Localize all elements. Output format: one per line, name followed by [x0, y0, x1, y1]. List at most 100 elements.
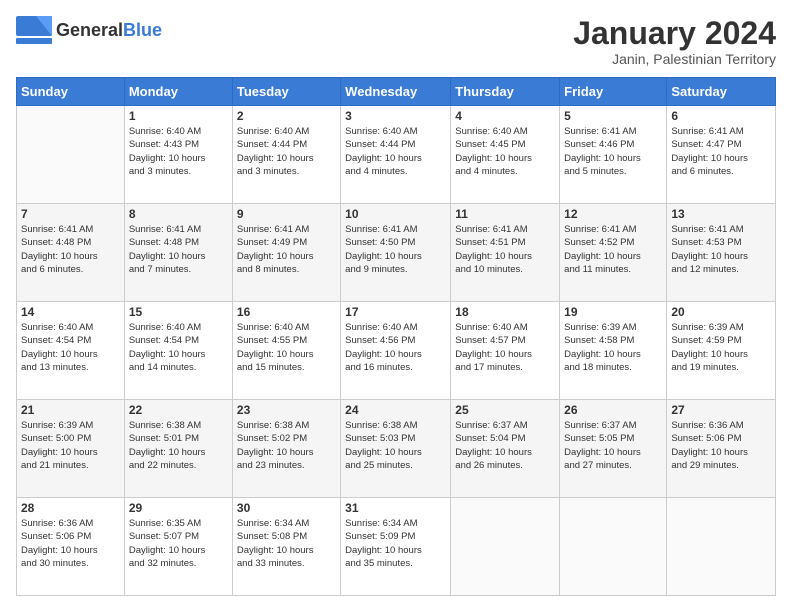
- table-row: 2Sunrise: 6:40 AMSunset: 4:44 PMDaylight…: [232, 106, 340, 204]
- day-info: Sunrise: 6:41 AMSunset: 4:49 PMDaylight:…: [237, 223, 336, 276]
- day-number: 16: [237, 305, 336, 319]
- day-info: Sunrise: 6:39 AMSunset: 5:00 PMDaylight:…: [21, 419, 120, 472]
- day-info-line: and 21 minutes.: [21, 459, 120, 472]
- day-info-line: Sunset: 4:57 PM: [455, 334, 555, 347]
- day-info-line: Sunrise: 6:37 AM: [564, 419, 662, 432]
- day-info-line: Sunrise: 6:37 AM: [455, 419, 555, 432]
- day-info: Sunrise: 6:39 AMSunset: 4:59 PMDaylight:…: [671, 321, 771, 374]
- day-info-line: Daylight: 10 hours: [455, 348, 555, 361]
- table-row: 9Sunrise: 6:41 AMSunset: 4:49 PMDaylight…: [232, 204, 340, 302]
- table-row: 7Sunrise: 6:41 AMSunset: 4:48 PMDaylight…: [17, 204, 125, 302]
- day-info: Sunrise: 6:38 AMSunset: 5:02 PMDaylight:…: [237, 419, 336, 472]
- day-info-line: and 30 minutes.: [21, 557, 120, 570]
- day-info-line: and 11 minutes.: [564, 263, 662, 276]
- day-info-line: Sunset: 4:44 PM: [237, 138, 336, 151]
- day-info-line: Daylight: 10 hours: [671, 446, 771, 459]
- day-info-line: Sunset: 4:58 PM: [564, 334, 662, 347]
- table-row: 31Sunrise: 6:34 AMSunset: 5:09 PMDayligh…: [341, 498, 451, 596]
- day-info: Sunrise: 6:38 AMSunset: 5:01 PMDaylight:…: [129, 419, 228, 472]
- day-info: Sunrise: 6:40 AMSunset: 4:43 PMDaylight:…: [129, 125, 228, 178]
- day-info-line: Sunrise: 6:38 AM: [345, 419, 446, 432]
- table-row: [17, 106, 125, 204]
- day-info-line: Daylight: 10 hours: [455, 250, 555, 263]
- day-info-line: Sunrise: 6:41 AM: [455, 223, 555, 236]
- logo-general: General: [56, 20, 123, 40]
- day-info-line: Sunset: 4:48 PM: [129, 236, 228, 249]
- day-info-line: and 25 minutes.: [345, 459, 446, 472]
- day-info-line: Sunset: 4:56 PM: [345, 334, 446, 347]
- table-row: 23 Sunrise: 6:38 AMSunset: 5:02 PMDayligh…: [232, 400, 340, 498]
- day-info-line: and 14 minutes.: [129, 361, 228, 374]
- table-row: 6Sunrise: 6:41 AMSunset: 4:47 PMDaylight…: [667, 106, 776, 204]
- day-number: 7: [21, 207, 120, 221]
- day-info-line: and 19 minutes.: [671, 361, 771, 374]
- day-info-line: Sunset: 5:00 PM: [21, 432, 120, 445]
- day-info-line: Daylight: 10 hours: [345, 250, 446, 263]
- day-info: Sunrise: 6:40 AMSunset: 4:56 PMDaylight:…: [345, 321, 446, 374]
- day-number: 25: [455, 403, 555, 417]
- table-row: 1Sunrise: 6:40 AMSunset: 4:43 PMDaylight…: [124, 106, 232, 204]
- day-info-line: Sunset: 4:46 PM: [564, 138, 662, 151]
- day-info-line: Sunset: 4:51 PM: [455, 236, 555, 249]
- day-info-line: Daylight: 10 hours: [564, 152, 662, 165]
- table-row: 18Sunrise: 6:40 AMSunset: 4:57 PMDayligh…: [451, 302, 560, 400]
- day-info-line: and 23 minutes.: [237, 459, 336, 472]
- day-info-line: Sunrise: 6:34 AM: [237, 517, 336, 530]
- table-row: 20 Sunrise: 6:39 AMSunset: 4:59 PMDayligh…: [667, 302, 776, 400]
- day-info-line: Sunrise: 6:36 AM: [671, 419, 771, 432]
- day-info-line: Daylight: 10 hours: [345, 348, 446, 361]
- day-info-line: and 35 minutes.: [345, 557, 446, 570]
- day-info: Sunrise: 6:37 AMSunset: 5:05 PMDaylight:…: [564, 419, 662, 472]
- day-info-line: and 27 minutes.: [564, 459, 662, 472]
- day-number: 4: [455, 109, 555, 123]
- day-info-line: Sunrise: 6:38 AM: [129, 419, 228, 432]
- day-info-line: Daylight: 10 hours: [671, 152, 771, 165]
- day-number: 23: [237, 403, 336, 417]
- day-number: 14: [21, 305, 120, 319]
- day-info-line: and 12 minutes.: [671, 263, 771, 276]
- day-info: Sunrise: 6:39 AMSunset: 4:58 PMDaylight:…: [564, 321, 662, 374]
- table-row: 22Sunrise: 6:38 AMSunset: 5:01 PMDayligh…: [124, 400, 232, 498]
- table-row: 21Sunrise: 6:39 AMSunset: 5:00 PMDayligh…: [17, 400, 125, 498]
- day-info-line: Sunrise: 6:41 AM: [345, 223, 446, 236]
- day-number: 24: [345, 403, 446, 417]
- table-row: 3Sunrise: 6:40 AMSunset: 4:44 PMDaylight…: [341, 106, 451, 204]
- day-number: 13: [671, 207, 771, 221]
- day-info-line: Sunset: 5:03 PM: [345, 432, 446, 445]
- table-row: 13Sunrise: 6:41 AMSunset: 4:53 PMDayligh…: [667, 204, 776, 302]
- day-number: 11: [455, 207, 555, 221]
- day-info-line: and 17 minutes.: [455, 361, 555, 374]
- day-info: Sunrise: 6:35 AMSunset: 5:07 PMDaylight:…: [129, 517, 228, 570]
- day-number: 2: [237, 109, 336, 123]
- day-info-line: and 13 minutes.: [21, 361, 120, 374]
- day-info-line: Daylight: 10 hours: [21, 544, 120, 557]
- day-info-line: and 3 minutes.: [237, 165, 336, 178]
- day-info: Sunrise: 6:41 AMSunset: 4:52 PMDaylight:…: [564, 223, 662, 276]
- day-info-line: Sunrise: 6:40 AM: [455, 321, 555, 334]
- day-number: 19: [564, 305, 662, 319]
- day-info: Sunrise: 6:41 AMSunset: 4:51 PMDaylight:…: [455, 223, 555, 276]
- day-info: Sunrise: 6:41 AMSunset: 4:47 PMDaylight:…: [671, 125, 771, 178]
- day-number: 5: [564, 109, 662, 123]
- day-info-line: and 33 minutes.: [237, 557, 336, 570]
- table-row: 8Sunrise: 6:41 AMSunset: 4:48 PMDaylight…: [124, 204, 232, 302]
- day-info-line: and 10 minutes.: [455, 263, 555, 276]
- header: GeneralBlue January 2024 Janin, Palestin…: [16, 16, 776, 67]
- day-info-line: Sunset: 4:54 PM: [21, 334, 120, 347]
- day-info-line: Sunset: 4:52 PM: [564, 236, 662, 249]
- page: GeneralBlue January 2024 Janin, Palestin…: [0, 0, 792, 612]
- calendar-week-row: 21Sunrise: 6:39 AMSunset: 5:00 PMDayligh…: [17, 400, 776, 498]
- day-info-line: Daylight: 10 hours: [455, 446, 555, 459]
- table-row: [451, 498, 560, 596]
- day-info-line: Sunrise: 6:40 AM: [455, 125, 555, 138]
- day-info-line: and 6 minutes.: [21, 263, 120, 276]
- day-info-line: Daylight: 10 hours: [345, 446, 446, 459]
- day-number: 26: [564, 403, 662, 417]
- day-number: 20: [671, 305, 771, 319]
- table-row: 16Sunrise: 6:40 AMSunset: 4:55 PMDayligh…: [232, 302, 340, 400]
- day-number: 15: [129, 305, 228, 319]
- day-info-line: Daylight: 10 hours: [129, 152, 228, 165]
- day-info-line: Daylight: 10 hours: [564, 348, 662, 361]
- logo: GeneralBlue: [16, 16, 162, 44]
- day-info: Sunrise: 6:40 AMSunset: 4:57 PMDaylight:…: [455, 321, 555, 374]
